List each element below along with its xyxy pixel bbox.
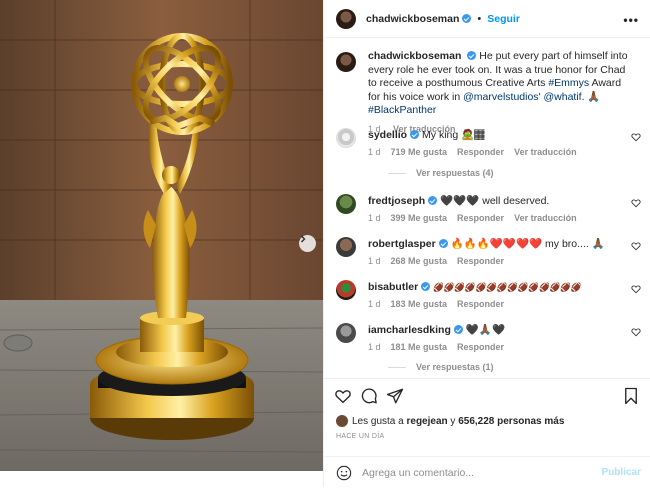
mention-whatif[interactable]: @whatif [543, 91, 581, 103]
header-separator: • [477, 12, 482, 25]
likes-count[interactable]: 656,228 personas más [458, 416, 564, 427]
author-avatar[interactable] [336, 8, 356, 29]
hashtag-blackpanther[interactable]: #BlackPanther [368, 104, 436, 116]
bookmark-icon[interactable] [623, 387, 639, 405]
post-sidebar: chadwickboseman • Seguir ••• chadwickbos… [323, 0, 650, 487]
emoji-icon[interactable] [336, 465, 352, 481]
comment-username[interactable]: bisabutler [368, 281, 418, 293]
hashtag-emmys[interactable]: #Emmys [548, 77, 589, 89]
comment-text: 🖤🙏🏾🖤 [465, 324, 506, 336]
mention-marvelstudios[interactable]: @marvelstudios [463, 91, 538, 103]
add-comment-bar: Publicar [324, 456, 650, 488]
comment-reply-button[interactable]: Responder [457, 299, 504, 309]
verified-badge-icon [421, 282, 431, 291]
comment-username[interactable]: sydellio [368, 129, 407, 141]
comment-text: My king 🧟🏾 [422, 129, 485, 141]
caption-text: chadwickboseman He put every part of him… [368, 50, 636, 118]
comment-item: bisabutler 🏈🏈🏈🏈🏈🏈🏈🏈🏈🏈🏈🏈🏈🏈 1 d 183 Me gust… [336, 280, 641, 309]
comment-avatar[interactable] [336, 280, 356, 300]
comment-reply-button[interactable]: Responder [457, 256, 504, 266]
post-photo[interactable] [0, 0, 323, 471]
emmy-statuette-image [0, 0, 323, 471]
comment-avatar[interactable] [336, 237, 356, 257]
comment-reply-button[interactable]: Responder [457, 213, 504, 223]
comment-item: sydellio My king 🧟🏾 1 d 719 Me gusta Respo… [336, 128, 641, 157]
post-header: chadwickboseman • Seguir ••• [324, 0, 650, 38]
comment-username[interactable]: robertglasper [368, 238, 436, 250]
comment-text: 🖤🖤🖤 well deserved. [440, 195, 550, 207]
comment-time[interactable]: 1 d [368, 256, 381, 266]
comment-item: fredtjoseph 🖤🖤🖤 well deserved. 1 d 399 Me… [336, 194, 641, 223]
verified-badge-icon [453, 325, 463, 334]
view-replies-button[interactable]: Ver respuestas (4) [388, 168, 494, 178]
share-icon[interactable] [386, 387, 404, 405]
comment-likes[interactable]: 181 Me gusta [391, 342, 448, 352]
verified-badge-icon [462, 14, 472, 23]
heart-icon[interactable] [631, 132, 641, 142]
caption-username[interactable]: chadwickboseman [368, 50, 461, 62]
comment-icon[interactable] [360, 387, 378, 405]
comment-likes[interactable]: 268 Me gusta [391, 256, 448, 266]
verified-badge-icon [438, 239, 448, 248]
comment-time[interactable]: 1 d [368, 342, 381, 352]
likes-summary[interactable]: Les gusta a regejean y 656,228 personas … [336, 415, 564, 427]
action-bar: Les gusta a regejean y 656,228 personas … [324, 378, 650, 487]
verified-badge-icon [410, 130, 420, 139]
view-replies-button[interactable]: Ver respuestas (1) [388, 362, 494, 372]
verified-badge-icon [428, 196, 438, 205]
heart-icon[interactable] [631, 198, 641, 208]
comment-avatar[interactable] [336, 194, 356, 214]
comment-translate-link[interactable]: Ver traducción [514, 213, 577, 223]
post-caption: chadwickboseman He put every part of him… [336, 50, 636, 134]
liker-avatar [336, 415, 348, 427]
instagram-post: chadwickboseman • Seguir ••• chadwickbos… [0, 0, 650, 487]
post-timestamp[interactable]: HACE UN DÍA [336, 433, 384, 440]
comment-time[interactable]: 1 d [368, 299, 381, 309]
next-arrow-icon[interactable] [299, 235, 316, 252]
more-options-icon[interactable]: ••• [623, 13, 639, 27]
comment-reply-button[interactable]: Responder [457, 147, 504, 157]
author-username[interactable]: chadwickboseman [366, 13, 459, 25]
publish-button[interactable]: Publicar [602, 467, 641, 478]
comment-time[interactable]: 1 d [368, 147, 381, 157]
likes-prefix: Les gusta a [352, 415, 404, 427]
heart-icon[interactable] [631, 327, 641, 337]
comment-reply-button[interactable]: Responder [457, 342, 504, 352]
comment-avatar[interactable] [336, 128, 356, 148]
comment-likes[interactable]: 399 Me gusta [391, 213, 448, 223]
comment-item: robertglasper 🔥🔥🔥❤️❤️❤️❤️ my bro.... 🙏🏾 … [336, 237, 641, 266]
liker-username[interactable]: regejean [407, 416, 448, 427]
comment-text: 🔥🔥🔥❤️❤️❤️❤️ my bro.... 🙏🏾 [450, 238, 605, 250]
comment-text: 🏈🏈🏈🏈🏈🏈🏈🏈🏈🏈🏈🏈🏈🏈 [433, 282, 582, 292]
comment-input[interactable] [362, 466, 592, 479]
comment-username[interactable]: fredtjoseph [368, 195, 425, 207]
comments-list[interactable]: chadwickboseman He put every part of him… [324, 38, 650, 378]
comment-likes[interactable]: 183 Me gusta [391, 299, 448, 309]
comment-avatar[interactable] [336, 323, 356, 343]
follow-button[interactable]: Seguir [487, 13, 520, 25]
heart-icon[interactable] [631, 284, 641, 294]
comment-translate-link[interactable]: Ver traducción [514, 147, 577, 157]
comment-likes[interactable]: 719 Me gusta [391, 147, 448, 157]
heart-icon[interactable] [631, 241, 641, 251]
heart-icon[interactable] [334, 387, 352, 405]
comment-item: iamcharlesdking 🖤🙏🏾🖤 1 d 181 Me gusta Resp… [336, 323, 641, 352]
caption-avatar[interactable] [336, 52, 356, 72]
comment-username[interactable]: iamcharlesdking [368, 324, 451, 336]
verified-badge-icon [467, 51, 477, 60]
caption-emoji: . 🙏🏾 [581, 90, 601, 103]
comment-time[interactable]: 1 d [368, 213, 381, 223]
likes-joiner: y [450, 415, 456, 427]
